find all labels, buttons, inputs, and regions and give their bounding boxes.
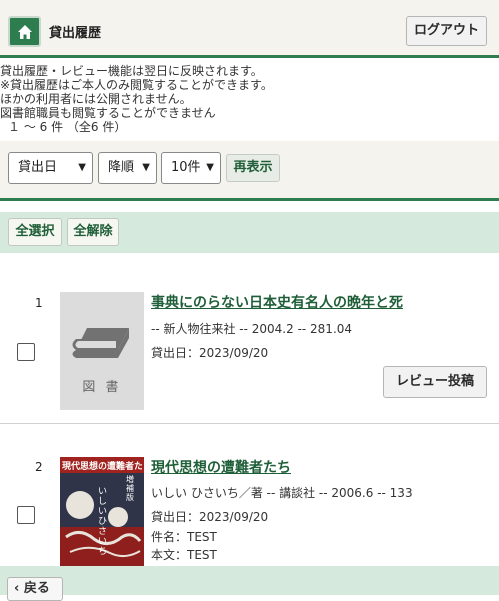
- deselect-all-button[interactable]: 全解除: [67, 218, 119, 246]
- per-page-select[interactable]: 10件 ▼: [161, 152, 221, 184]
- cover-art-title: 現代思想の遭難者たち: [62, 462, 142, 472]
- item-details: -- 新人物往来社 -- 2004.2 -- 281.04: [151, 322, 353, 336]
- bulk-action-bar: 全選択 全解除: [0, 212, 499, 253]
- item-number: 1: [35, 296, 43, 310]
- sort-field-value: 貸出日: [18, 160, 58, 175]
- select-all-button[interactable]: 全選択: [8, 218, 62, 246]
- notice-line: ※貸出履歴はご本人のみ閲覧することができます。: [0, 78, 273, 92]
- sort-order-value: 降順: [108, 160, 135, 175]
- refresh-button[interactable]: 再表示: [226, 154, 280, 182]
- result-count: １ ～ 6 件 （全6 件）: [8, 120, 127, 134]
- logout-button[interactable]: ログアウト: [406, 16, 487, 46]
- cover-placeholder: 図 書: [60, 292, 144, 410]
- back-button[interactable]: ‹ 戻る: [7, 577, 63, 601]
- cover-art-author: いしいひさいち: [98, 487, 108, 557]
- header: 貸出履歴 ログアウト: [0, 0, 499, 58]
- sort-field-select[interactable]: 貸出日 ▼: [8, 152, 93, 184]
- list-item: 1 図 書 事典にのらない日本史有名人の晩年と死 -- 新人物往来社 -- 20…: [0, 253, 499, 423]
- item-checkbox[interactable]: [17, 506, 35, 524]
- item-subject: 件名：TEST: [151, 530, 217, 544]
- notice: 貸出履歴・レビュー機能は翌日に反映されます。 ※貸出履歴はご本人のみ閲覧すること…: [0, 64, 499, 134]
- cover-art-badge: 増補版: [126, 475, 134, 502]
- item-details: いしい ひさいち／著 -- 講談社 -- 2006.6 -- 133: [151, 486, 413, 500]
- book-icon: [72, 328, 129, 358]
- chevron-down-icon: ▼: [206, 162, 214, 173]
- sort-order-select[interactable]: 降順 ▼: [98, 152, 157, 184]
- cover-label: 図 書: [82, 380, 122, 395]
- home-icon: [18, 25, 32, 39]
- item-checkbox[interactable]: [17, 343, 35, 361]
- chevron-down-icon: ▼: [78, 162, 86, 173]
- item-title-link[interactable]: 現代思想の遭難者たち: [151, 457, 291, 477]
- per-page-value: 10件: [171, 160, 201, 175]
- notice-line: 図書館職員も閲覧することができません: [0, 106, 216, 120]
- item-body: 本文：TEST: [151, 548, 217, 562]
- review-post-button[interactable]: レビュー投稿: [383, 366, 487, 398]
- item-number: 2: [35, 460, 43, 474]
- back-label: 戻る: [23, 581, 50, 596]
- chevron-left-icon: ‹: [14, 581, 20, 596]
- sort-controls: 貸出日 ▼ 降順 ▼ 10件 ▼ 再表示: [0, 141, 499, 201]
- list-item: 2 現代思想の遭難者たち 増補版 いしいひさいち 現代思想の遭難者たち いしい …: [0, 424, 499, 566]
- cover-image: 現代思想の遭難者たち 増補版 いしいひさいち: [60, 457, 144, 566]
- item-loan-date: 貸出日：2023/09/20: [151, 346, 269, 360]
- item-title-link[interactable]: 事典にのらない日本史有名人の晩年と死: [151, 292, 403, 312]
- footer-bar: ‹ 戻る: [0, 566, 499, 601]
- home-button[interactable]: [8, 16, 41, 47]
- item-loan-date: 貸出日：2023/09/20: [151, 510, 269, 524]
- notice-line: 貸出履歴・レビュー機能は翌日に反映されます。: [0, 64, 263, 78]
- chevron-down-icon: ▼: [142, 162, 150, 173]
- page-title: 貸出履歴: [49, 26, 102, 41]
- notice-line: ほかの利用者には公開されません。: [0, 92, 192, 106]
